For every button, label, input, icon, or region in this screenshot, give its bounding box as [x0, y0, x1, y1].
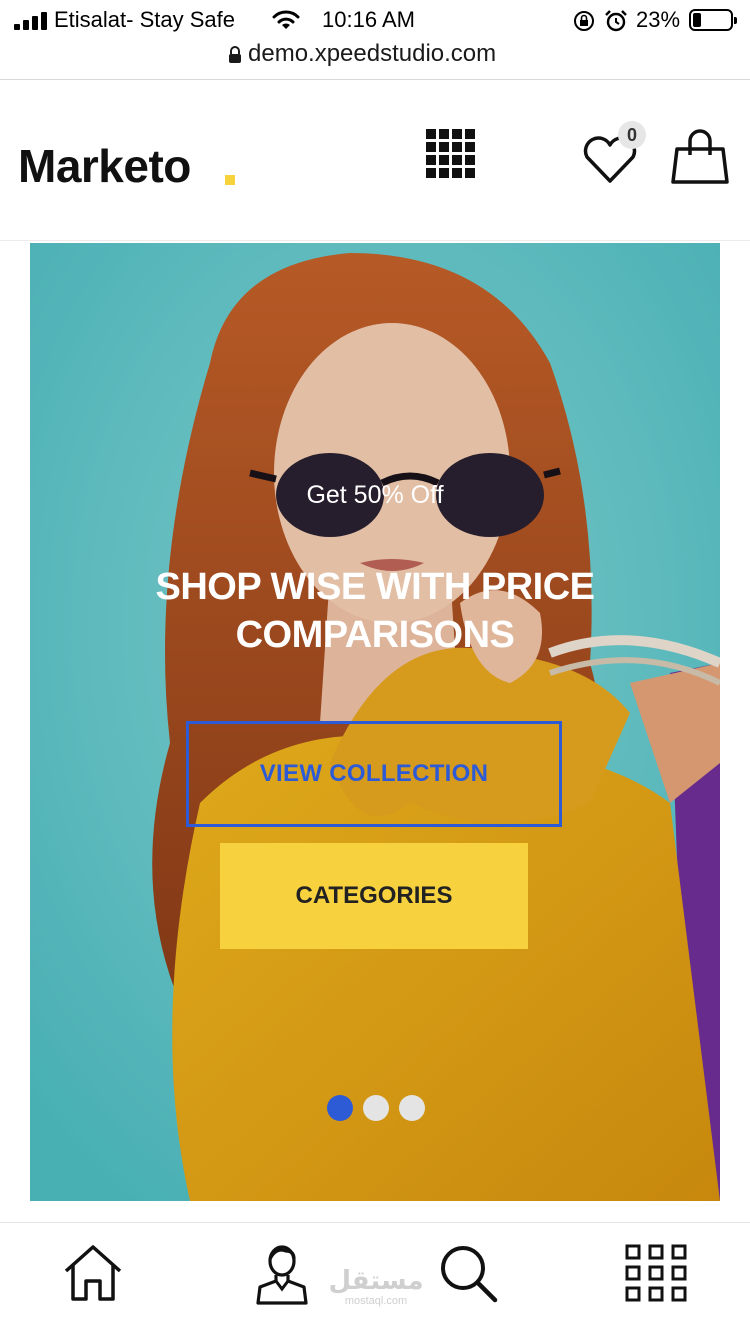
grid-menu-icon[interactable]: [426, 129, 476, 179]
wishlist-count-badge: 0: [618, 121, 646, 149]
hero-banner: Get 50% Off SHOP WISE WITH PRICE COMPARI…: [30, 243, 720, 1201]
clock: 10:16 AM: [322, 7, 415, 32]
slider-pagination: [327, 1095, 427, 1121]
bottom-navigation: مستقل mostaql.com: [0, 1222, 750, 1334]
shopping-bag-icon: [671, 129, 729, 184]
status-bar: Etisalat- Stay Safe 10:16 AM 23%: [0, 0, 750, 40]
carrier-name: Etisalat- Stay Safe: [54, 7, 235, 32]
logo[interactable]: Marketo: [18, 139, 191, 193]
url-text[interactable]: demo.xpeedstudio.com: [248, 40, 496, 68]
slide-dot-1[interactable]: [327, 1095, 353, 1121]
battery-level: [693, 13, 701, 27]
mostaql-watermark: مستقل mostaql.com: [328, 1266, 424, 1307]
apps-grid-icon[interactable]: [624, 1243, 688, 1308]
cart-button[interactable]: [670, 129, 730, 185]
alarm-icon: [604, 9, 628, 38]
categories-button[interactable]: CATEGORIES: [220, 843, 528, 949]
home-icon[interactable]: [62, 1243, 124, 1308]
browser-url-bar[interactable]: demo.xpeedstudio.com: [0, 40, 750, 80]
orientation-lock-icon: [573, 10, 595, 37]
logo-dot: [225, 175, 235, 185]
site-header: Marketo 0: [0, 81, 750, 241]
hero-title: SHOP WISE WITH PRICE COMPARISONS: [155, 566, 595, 656]
wifi-icon: [272, 10, 300, 35]
battery-icon: [689, 9, 737, 31]
lock-icon: [228, 46, 242, 69]
battery-percent: 23%: [636, 7, 681, 32]
signal-icon: [14, 12, 48, 30]
view-collection-button[interactable]: VIEW COLLECTION: [186, 721, 562, 827]
hero-subtitle: Get 50% Off: [306, 481, 444, 509]
slide-dot-3[interactable]: [399, 1095, 425, 1121]
account-icon[interactable]: [256, 1243, 308, 1310]
search-icon[interactable]: [438, 1243, 500, 1310]
slide-dot-2[interactable]: [363, 1095, 389, 1121]
